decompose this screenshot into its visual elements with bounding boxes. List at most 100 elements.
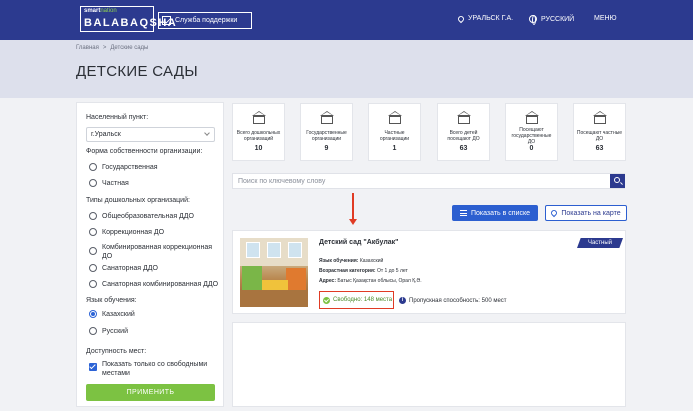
check-icon [162,16,171,25]
private-building-icon [387,110,402,124]
show-list-label: Показать в списке [470,209,531,217]
radio-label: Комбинированная коррекционная ДО [102,244,213,260]
top-navbar: smartnation BALABAQSHA Служба поддержки … [0,0,693,40]
support-button[interactable]: Служба поддержки [158,12,252,29]
radio-icon [89,179,97,187]
capacity-label: Пропускная способность: 500 мест [409,297,507,304]
globe-icon [529,15,537,25]
radio-icon [89,264,97,272]
radio-label: Русский [102,328,128,335]
show-map-button[interactable]: Показать на карте [545,205,627,221]
search-input[interactable]: Поиск по ключевому слову [232,173,625,189]
radio-type-general[interactable]: Общеобразовательная ДДО [89,212,219,221]
stat-value: 63 [459,145,468,152]
filters-panel: Населенный пункт: г.Уральск Форма собств… [76,102,224,407]
children-state-icon [524,110,539,124]
checkbox-label: Показать только со свободными местами [102,361,208,377]
breadcrumb: Главная > Детские сады [76,45,148,51]
building-icon [251,110,266,124]
locality-label: Населенный пункт: [86,114,149,121]
radio-type-combined[interactable]: Комбинированная коррекционная ДО [89,243,219,261]
page-title: ДЕТСКИЕ САДЫ [76,63,198,80]
menu-label: МЕНЮ [594,15,617,22]
search-icon [614,177,620,183]
radio-label: Коррекционная ДО [102,229,165,236]
radio-ownership-state[interactable]: Государственная [89,163,219,172]
breadcrumb-separator: > [102,45,107,51]
capacity-info: i Пропускная способность: 500 мест [399,297,507,304]
children-building-icon [456,110,471,124]
children-private-icon [592,110,607,124]
kindergarten-card-empty [232,322,626,407]
checkbox-checked-icon [89,363,97,371]
ownership-badge: Частный [577,238,623,248]
stat-total-children: Всего детей посещают ДО 63 [437,103,490,161]
radio-type-sanatorium-combined[interactable]: Санаторная комбинированная ДДО [89,280,219,289]
breadcrumb-home[interactable]: Главная [76,45,99,51]
locality-select[interactable]: г.Уральск [86,127,215,142]
show-map-label: Показать на карте [561,209,621,217]
stat-value: 10 [254,145,263,152]
language-selector[interactable]: РУССКИЙ [529,15,575,25]
stat-state-organizations: Государственные организации 9 [300,103,353,161]
radio-icon [89,163,97,171]
language-filter-label: Язык обучения: [86,297,137,304]
card-language: Язык обучения: Казахский [319,258,384,264]
chevron-down-icon [204,130,210,136]
location-pin-icon [456,14,466,23]
card-address: Адрес: Батыс Қазақстан облысы, Орал Қ.Ә. [319,278,422,284]
radio-icon [89,280,97,288]
logo[interactable]: smartnation BALABAQSHA [80,6,176,32]
ownership-label: Форма собственности организации: [86,148,203,155]
menu-button[interactable]: МЕНЮ [594,15,617,22]
radio-icon [89,247,97,255]
card-age: Возрастная категория: От 1 до 5 лет [319,268,408,274]
stat-value: 0 [529,145,534,152]
title-bar: Главная > Детские сады ДЕТСКИЕ САДЫ [0,40,693,98]
language-label: РУССКИЙ [541,15,575,23]
stat-label: Государственные организации [306,130,347,142]
radio-ownership-private[interactable]: Частная [89,179,219,188]
radio-type-sanatorium[interactable]: Санаторная ДДО [89,264,219,273]
annotation-arrow-head [349,219,357,225]
kindergarten-card[interactable]: Детский сад "Акбулак" Частный Язык обуче… [232,230,626,314]
show-list-button[interactable]: Показать в списке [452,205,538,221]
check-circle-icon [323,296,330,304]
search-button[interactable] [610,174,625,188]
card-title[interactable]: Детский сад "Акбулак" [319,239,399,246]
radio-label: Частная [102,180,129,187]
stat-label: Всего детей посещают ДО [447,130,480,142]
stat-value: 1 [392,145,397,152]
radio-language-kazakh[interactable]: Казахский [89,310,219,319]
map-pin-icon [550,208,559,218]
radio-label: Санаторная комбинированная ДДО [102,281,219,288]
radio-icon [89,228,97,236]
radio-icon [89,327,97,335]
free-places-highlight: Свободно: 148 места [319,291,394,309]
stat-children-private: Посещают частные ДО 63 [573,103,626,161]
stat-label: Всего дошкольных организаций [236,130,281,142]
locality-value: г.Уральск [91,131,121,138]
stat-children-state: Посещают государственные ДО 0 [505,103,558,161]
breadcrumb-current: Детские сады [110,45,149,51]
radio-label: Казахский [102,311,135,318]
free-places-label: Свободно: 148 места [333,297,393,303]
radio-label: Государственная [102,164,158,171]
radio-label: Общеобразовательная ДДО [102,213,194,220]
radio-icon [89,212,97,220]
info-icon: i [399,297,406,304]
stat-total-organizations: Всего дошкольных организаций 10 [232,103,285,161]
apply-button[interactable]: ПРИМЕНИТЬ [86,384,215,401]
radio-type-correctional[interactable]: Коррекционная ДО [89,228,219,237]
government-building-icon [319,110,334,124]
stat-label: Посещают частные ДО [576,130,623,142]
free-places-checkbox[interactable]: Показать только со свободными местами [89,360,219,378]
annotation-arrow-line [352,193,354,220]
list-icon [459,210,467,216]
radio-language-russian[interactable]: Русский [89,327,219,336]
logo-tagline: smartnation [84,8,117,14]
radio-selected-icon [89,310,97,318]
city-selector[interactable]: УРАЛЬСК Г.А. [456,14,513,23]
radio-label: Санаторная ДДО [102,265,158,272]
kindergarten-photo [240,238,308,307]
